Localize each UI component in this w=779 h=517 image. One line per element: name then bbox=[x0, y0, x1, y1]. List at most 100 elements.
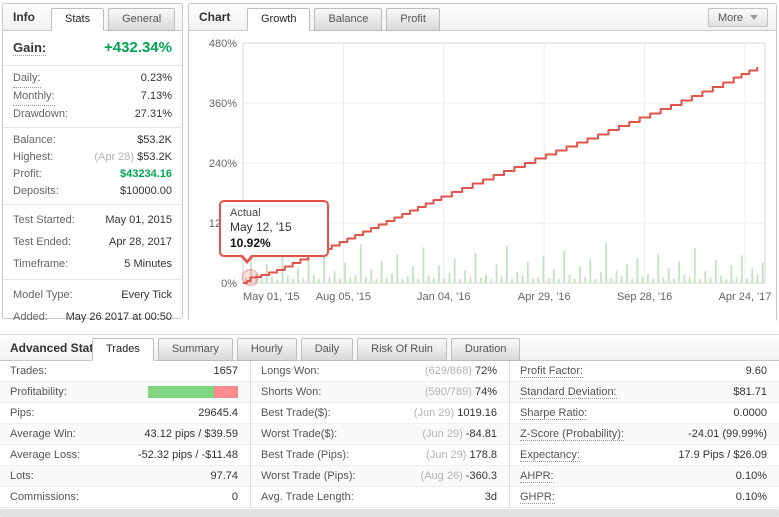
stat-label: Average Loss: bbox=[10, 449, 80, 461]
volume-bar bbox=[736, 277, 738, 283]
profitability-bar-loss bbox=[214, 386, 238, 398]
volume-bar bbox=[584, 277, 586, 283]
info-label[interactable]: Monthly: bbox=[13, 88, 55, 106]
volume-bar bbox=[757, 275, 759, 283]
info-group: Model Type:Every TickAdded:May 26 2017 a… bbox=[3, 280, 182, 332]
info-label[interactable]: Daily: bbox=[13, 70, 41, 88]
info-label: Timeframe: bbox=[13, 253, 68, 275]
volume-bar bbox=[501, 276, 503, 283]
volume-bar bbox=[751, 269, 753, 283]
stat-value: 1657 bbox=[214, 365, 238, 377]
y-axis-tick: 480% bbox=[209, 38, 237, 50]
stat-label: Trades: bbox=[10, 365, 47, 377]
tab-stats[interactable]: Stats bbox=[51, 8, 104, 31]
volume-bar bbox=[313, 275, 315, 283]
stat-label[interactable]: Expectancy: bbox=[520, 449, 580, 462]
chart-panel-title: Chart bbox=[199, 4, 230, 30]
stat-label[interactable]: GHPR: bbox=[520, 491, 555, 504]
tab-growth[interactable]: Growth bbox=[247, 8, 310, 31]
volume-bar bbox=[537, 277, 539, 283]
x-axis-tick: Sep 28, '16 bbox=[617, 291, 672, 303]
volume-bar bbox=[741, 255, 743, 283]
stat-value: (Jun 29) 178.8 bbox=[426, 449, 497, 461]
stats-column-3: Profit Factor: 9.60 Standard Deviation: $81… bbox=[509, 361, 779, 508]
chart-tabs: GrowthBalanceProfit bbox=[247, 8, 440, 31]
info-row-deposits: Deposits: $10000.00 bbox=[3, 183, 182, 200]
info-row-monthly: Monthly:7.13% bbox=[3, 88, 182, 106]
volume-bar bbox=[626, 264, 628, 283]
info-value-date: (Apr 28) bbox=[94, 151, 137, 163]
tab-general[interactable]: General bbox=[108, 8, 175, 31]
tab-daily[interactable]: Daily bbox=[301, 338, 353, 361]
info-value: $10000.00 bbox=[120, 183, 172, 200]
stat-value: 43.12 pips / $39.59 bbox=[144, 428, 238, 440]
volume-bar bbox=[684, 275, 686, 283]
info-label: Added: bbox=[13, 306, 48, 328]
stat-value: 9.60 bbox=[746, 365, 767, 377]
info-label: Deposits: bbox=[13, 183, 59, 200]
volume-bar bbox=[605, 243, 607, 283]
stat-label[interactable]: Z-Score (Probability): bbox=[520, 428, 624, 441]
stat-label[interactable]: Profit Factor: bbox=[520, 365, 583, 378]
x-axis-tick: May 01, '15 bbox=[243, 291, 300, 303]
stat-value: 0 bbox=[232, 491, 238, 503]
volume-bar bbox=[553, 270, 555, 283]
stat-label: Shorts Won: bbox=[261, 386, 321, 398]
tab-duration[interactable]: Duration bbox=[451, 338, 521, 361]
chart-tooltip-series: Actual bbox=[230, 206, 318, 220]
volume-bar bbox=[402, 279, 404, 283]
tab-summary[interactable]: Summary bbox=[158, 338, 233, 361]
advanced-statistics-header: Advanced Statistics TradesSummaryHourlyD… bbox=[0, 334, 779, 361]
volume-bar bbox=[464, 270, 466, 283]
advanced-statistics-panel: Advanced Statistics TradesSummaryHourlyD… bbox=[0, 334, 779, 508]
chart-tooltip-value: 10.92% bbox=[230, 235, 318, 252]
bottom-scrollbar[interactable] bbox=[0, 509, 779, 517]
x-axis-tick: Apr 24, '17 bbox=[719, 291, 772, 303]
info-value: 27.31% bbox=[135, 106, 172, 123]
volume-bar bbox=[391, 274, 393, 283]
tab-trades[interactable]: Trades bbox=[92, 338, 154, 361]
volume-bar bbox=[417, 279, 419, 283]
volume-bar bbox=[548, 278, 550, 283]
volume-bar bbox=[302, 278, 304, 283]
volume-bar bbox=[543, 256, 545, 283]
volume-bar bbox=[637, 258, 639, 283]
volume-bar bbox=[595, 279, 597, 283]
more-button[interactable]: More bbox=[708, 8, 768, 27]
volume-bar bbox=[360, 244, 362, 283]
growth-chart[interactable]: 480%360%240%120%0%May 01, '15Aug 05, '15… bbox=[189, 31, 776, 322]
stat-value: 29645.4 bbox=[198, 407, 238, 419]
volume-bar bbox=[673, 279, 675, 283]
stat-label[interactable]: Sharpe Ratio: bbox=[520, 407, 587, 420]
volume-bar bbox=[642, 277, 644, 283]
chevron-down-icon bbox=[750, 15, 758, 20]
volume-bar bbox=[746, 279, 748, 283]
volume-bar bbox=[329, 277, 331, 283]
volume-bar bbox=[386, 278, 388, 283]
volume-bar bbox=[527, 262, 529, 283]
stat-value-date: (Jun 29) bbox=[414, 407, 457, 419]
stat-value: -52.32 pips / -$11.48 bbox=[138, 449, 238, 461]
stat-label[interactable]: AHPR: bbox=[520, 470, 554, 483]
volume-bar bbox=[616, 270, 618, 283]
tab-hourly[interactable]: Hourly bbox=[237, 338, 297, 361]
info-label: Test Ended: bbox=[13, 231, 71, 253]
volume-bar bbox=[490, 279, 492, 283]
tab-risk-of-ruin[interactable]: Risk Of Ruin bbox=[357, 338, 447, 361]
chart-tooltip-date: May 12, '15 bbox=[230, 220, 318, 235]
volume-bar bbox=[569, 275, 571, 283]
info-value: Apr 28, 2017 bbox=[109, 231, 172, 253]
stat-label[interactable]: Standard Deviation: bbox=[520, 386, 617, 399]
stat-value: $81.71 bbox=[733, 386, 767, 398]
info-label: Model Type: bbox=[13, 284, 73, 306]
tab-balance[interactable]: Balance bbox=[314, 8, 382, 31]
tab-profit[interactable]: Profit bbox=[386, 8, 440, 31]
profitability-bar-win bbox=[148, 386, 214, 398]
highlighted-point[interactable] bbox=[242, 270, 258, 286]
stat-row-ghpr: GHPR:0.10% bbox=[510, 487, 779, 508]
stat-label: Worst Trade (Pips): bbox=[261, 470, 356, 482]
volume-bar bbox=[558, 279, 560, 283]
gain-label[interactable]: Gain: bbox=[13, 40, 46, 56]
volume-bar bbox=[287, 275, 289, 283]
more-button-label: More bbox=[718, 12, 743, 24]
